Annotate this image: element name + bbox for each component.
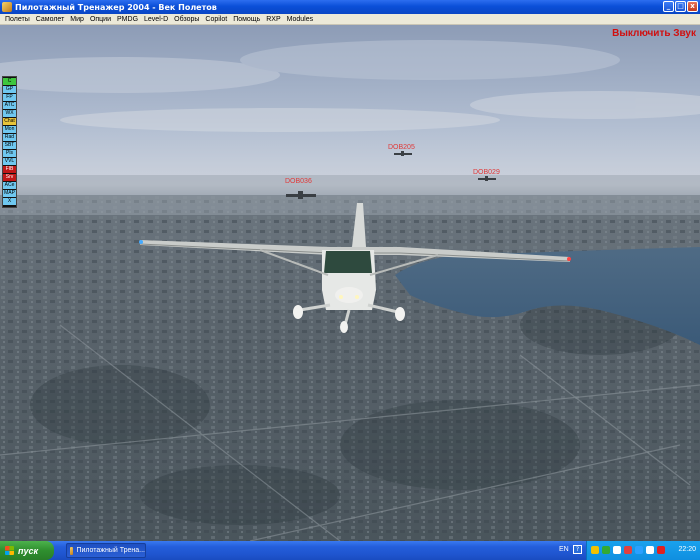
traffic-callsign-label: DOB029 — [473, 169, 500, 176]
help-icon[interactable]: ? — [573, 545, 582, 554]
menu-modules[interactable]: Modules — [284, 16, 316, 23]
minimize-button[interactable]: _ — [663, 1, 674, 12]
panel-button[interactable]: GP — [3, 86, 16, 93]
system-tray: 22:20 — [586, 541, 700, 560]
panel-button[interactable]: Srv — [3, 174, 16, 181]
close-button[interactable]: x — [687, 1, 698, 12]
menu-help[interactable]: Помощь — [230, 16, 263, 23]
panel-button[interactable]: SBT — [3, 142, 16, 149]
app-icon[interactable] — [2, 2, 12, 12]
clock[interactable]: 22:20 — [678, 546, 696, 553]
mute-sound-button[interactable]: Выключить Звук — [612, 28, 696, 39]
panel-button[interactable]: VVL — [3, 158, 16, 165]
panel-button[interactable]: Rad — [3, 134, 16, 141]
start-label: пуск — [18, 545, 39, 556]
cloud-layer — [0, 40, 700, 132]
maximize-button[interactable]: □ — [675, 1, 686, 12]
tray-alert-icon[interactable] — [657, 546, 665, 554]
menu-world[interactable]: Мир — [67, 16, 87, 23]
tray-network-icon[interactable] — [602, 546, 610, 554]
language-indicator[interactable]: EN — [559, 546, 569, 553]
menu-copilot[interactable]: Copilot — [202, 16, 230, 23]
taskbar-app-label: Пилотажный Трена... — [76, 547, 145, 554]
tray-volume-icon[interactable] — [613, 546, 621, 554]
panel-button[interactable]: Pls — [3, 150, 16, 157]
menu-aircraft[interactable]: Самолет — [33, 16, 68, 23]
menu-pmdg[interactable]: PMDG — [114, 16, 141, 23]
panel-button[interactable]: X — [3, 198, 16, 205]
tray-folder-icon[interactable] — [591, 546, 599, 554]
window-title: Пилотажный Тренажер 2004 - Век Полетов — [15, 2, 217, 12]
panel-button[interactable]: WX — [3, 110, 16, 117]
panel-button[interactable]: C — [3, 78, 16, 85]
panel-button[interactable]: Mon — [3, 126, 16, 133]
scenery — [0, 40, 700, 541]
panel-button[interactable]: FIB — [3, 166, 16, 173]
panel-button[interactable]: ATC — [3, 102, 16, 109]
traffic-callsign-label: DOB205 — [388, 144, 415, 151]
taskbar: пуск Пилотажный Трена... EN ? 22:20 — [0, 541, 700, 560]
tray-monitor-icon[interactable] — [635, 546, 643, 554]
menu-views[interactable]: Обзоры — [171, 16, 202, 23]
menu-options[interactable]: Опции — [87, 16, 114, 23]
panel-button[interactable]: Chat — [3, 118, 16, 125]
panel-button[interactable]: MAP — [3, 190, 16, 197]
menu-rxp[interactable]: RXP — [263, 16, 283, 23]
side-tool-panel: C GP FP ATC WX Chat Mon Rad SBT Pls VVL … — [2, 76, 17, 208]
sim-viewport[interactable]: Выключить Звук DOB205 DOB036 DOB029 C GP… — [0, 25, 700, 541]
traffic-callsign-label: DOB036 — [285, 178, 312, 185]
window-controls: _ □ x — [663, 1, 698, 12]
menu-flights[interactable]: Полеты — [2, 16, 33, 23]
panel-button[interactable]: FP — [3, 94, 16, 101]
tray-safety-icon[interactable] — [646, 546, 654, 554]
menu-level-d[interactable]: Level-D — [141, 16, 171, 23]
menu-bar: Полеты Самолет Мир Опции PMDG Level-D Об… — [0, 14, 700, 25]
app-icon — [70, 546, 74, 555]
tray-antivirus-icon[interactable] — [624, 546, 632, 554]
taskbar-app-button[interactable]: Пилотажный Трена... — [66, 543, 146, 558]
start-button[interactable]: пуск — [0, 541, 54, 560]
title-bar: Пилотажный Тренажер 2004 - Век Полетов _… — [0, 0, 700, 14]
panel-button[interactable]: ACe — [3, 182, 16, 189]
windows-logo-icon — [5, 546, 14, 555]
